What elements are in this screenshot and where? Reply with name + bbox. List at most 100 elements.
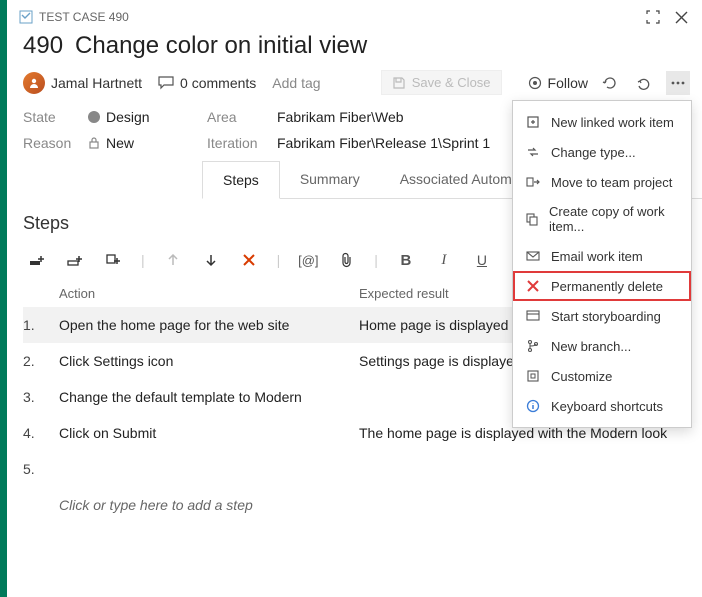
menu-permanently-delete[interactable]: Permanently delete [513,271,691,301]
title-row: 490 Change color on initial view [7,30,702,66]
email-icon [525,248,541,264]
follow-icon [528,76,542,90]
row-num: 4. [23,425,59,441]
mention-icon[interactable]: [@] [298,250,318,270]
menu-create-copy[interactable]: Create copy of work item... [513,197,691,241]
state-label: State [23,109,78,125]
avatar [23,72,45,94]
menu-move-team[interactable]: Move to team project [513,167,691,197]
menu-label: Start storyboarding [551,309,661,324]
row-action[interactable]: Click on Submit [59,425,359,441]
toolbar-sep: | [141,252,145,268]
table-row[interactable]: 5. [23,451,686,487]
menu-shortcuts[interactable]: Keyboard shortcuts [513,391,691,421]
row-action[interactable]: Change the default template to Modern [59,389,359,405]
menu-label: Email work item [551,249,643,264]
move-down-icon[interactable] [201,250,221,270]
menu-label: New branch... [551,339,631,354]
save-icon [392,76,406,90]
tab-summary[interactable]: Summary [280,161,380,198]
info-icon [525,398,541,414]
close-icon[interactable] [670,6,692,28]
customize-icon [525,368,541,384]
state-value: Design [106,109,150,125]
more-actions-menu: New linked work item Change type... Move… [512,100,692,428]
state-dot-icon [88,111,100,123]
iteration-label: Iteration [207,135,267,151]
underline-icon[interactable]: U [472,250,492,270]
row-num: 1. [23,317,59,333]
area-label: Area [207,109,267,125]
toolbar-sep: | [277,252,281,268]
reason-field[interactable]: New [88,135,134,151]
branch-icon [525,338,541,354]
table-row-placeholder[interactable]: Click or type here to add a step [23,487,686,523]
new-linked-icon [525,114,541,130]
iteration-field[interactable]: Fabrikam Fiber\Release 1\Sprint 1 [277,135,490,151]
fullscreen-icon[interactable] [642,6,664,28]
row-action[interactable]: Click Settings icon [59,353,359,369]
menu-label: Customize [551,369,612,384]
state-field[interactable]: Design [88,109,150,125]
iteration-value: Fabrikam Fiber\Release 1\Sprint 1 [277,135,490,151]
reason-value: New [106,135,134,151]
more-actions-icon[interactable] [666,71,690,95]
menu-label: Permanently delete [551,279,663,294]
insert-param-icon[interactable] [103,250,123,270]
reason-label: Reason [23,135,78,151]
move-team-icon [525,174,541,190]
storyboard-icon [525,308,541,324]
follow-label: Follow [548,75,588,91]
assignee-name: Jamal Hartnett [51,75,142,91]
menu-new-linked[interactable]: New linked work item [513,107,691,137]
menu-label: Create copy of work item... [549,204,679,234]
insert-step-icon[interactable] [27,250,47,270]
insert-shared-step-icon[interactable] [65,250,85,270]
delete-step-icon[interactable] [239,250,259,270]
menu-label: New linked work item [551,115,674,130]
comments-count: 0 comments [180,75,256,91]
area-value: Fabrikam Fiber\Web [277,109,404,125]
titlebar: TEST CASE 490 [7,0,702,30]
menu-label: Keyboard shortcuts [551,399,663,414]
menu-storyboard[interactable]: Start storyboarding [513,301,691,331]
row-num: 5. [23,461,59,477]
left-accent-bar [0,0,7,597]
comment-icon [158,76,174,90]
titlebar-label: TEST CASE 490 [39,10,129,24]
workitem-id: 490 [23,32,63,60]
refresh-icon[interactable] [598,71,622,95]
undo-icon[interactable] [632,71,656,95]
change-type-icon [525,144,541,160]
meta-row: Jamal Hartnett 0 comments Add tag Save &… [7,66,702,103]
menu-label: Change type... [551,145,636,160]
toolbar-sep: | [374,252,378,268]
row-num: 2. [23,353,59,369]
testcase-type-icon [19,10,33,24]
copy-icon [525,211,539,227]
italic-icon[interactable]: I [434,250,454,270]
col-action: Action [59,286,359,301]
row-num: 3. [23,389,59,405]
area-field[interactable]: Fabrikam Fiber\Web [277,109,404,125]
menu-customize[interactable]: Customize [513,361,691,391]
follow-button[interactable]: Follow [528,75,588,91]
tab-steps[interactable]: Steps [202,161,280,199]
comments-link[interactable]: 0 comments [158,75,256,91]
menu-label: Move to team project [551,175,672,190]
attach-icon[interactable] [336,250,356,270]
row-action[interactable]: Open the home page for the web site [59,317,359,333]
workitem-title[interactable]: Change color on initial view [75,32,367,60]
assignee-chip[interactable]: Jamal Hartnett [23,72,142,94]
move-up-icon[interactable] [163,250,183,270]
menu-new-branch[interactable]: New branch... [513,331,691,361]
save-close-label: Save & Close [412,75,491,90]
add-tag-button[interactable]: Add tag [272,75,320,91]
add-step-placeholder[interactable]: Click or type here to add a step [59,497,359,513]
bold-icon[interactable]: B [396,250,416,270]
lock-icon [88,136,100,150]
delete-icon [525,278,541,294]
menu-email[interactable]: Email work item [513,241,691,271]
save-close-button: Save & Close [381,70,502,95]
menu-change-type[interactable]: Change type... [513,137,691,167]
